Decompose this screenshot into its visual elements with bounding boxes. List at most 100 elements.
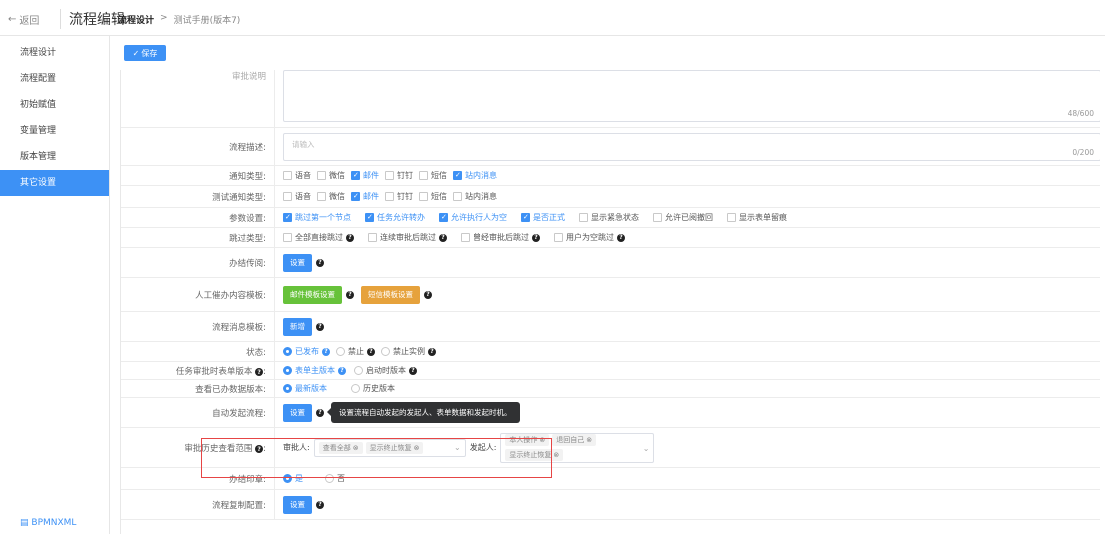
skip-previous-checkbox[interactable]: 曾经审批后跳过? (461, 232, 540, 243)
help-icon[interactable]: ? (316, 322, 324, 331)
email-template-button[interactable]: 邮件模板设置 (283, 285, 342, 304)
param-allow-empty-checkbox[interactable]: 允许执行人为空 (439, 212, 507, 223)
help-icon: ? (346, 233, 354, 242)
auto-start-settings-button[interactable]: 设置 (283, 403, 312, 422)
test-notify-type-options: 语音 微信 邮件 钉钉 短信 站内消息 (274, 186, 1100, 207)
status-published-radio[interactable]: 已发布? (283, 346, 330, 357)
form-main-version-radio[interactable]: 表单主版本? (283, 365, 346, 376)
row-skip-type: 跳过类型: 全部直接跳过? 连续审批后跳过? 曾经审批后跳过? 用户为空跳过? (121, 228, 1100, 248)
row-test-notify-type: 测试通知类型: 语音 微信 邮件 钉钉 短信 站内消息 (121, 186, 1100, 208)
add-template-button[interactable]: 新增 (283, 317, 312, 336)
description-textarea[interactable]: 请输入 0/200 (283, 132, 1100, 161)
close-icon: ⊗ (413, 443, 420, 452)
row-done-version: 查看已办数据版本: 最新版本 历史版本 (121, 380, 1100, 398)
top-field-cell: 48/600 (274, 70, 1100, 127)
param-skip-first-checkbox[interactable]: 跳过第一个节点 (283, 212, 351, 223)
close-icon: ⊗ (352, 443, 359, 452)
save-button[interactable]: ✓ 保存 (124, 45, 166, 61)
copy-config-settings-button[interactable]: 设置 (283, 495, 312, 514)
arrow-left-icon: ← (8, 14, 17, 25)
seal-options: 是 否 (274, 468, 1100, 489)
sidebar-item-initial-values[interactable]: 初始赋值 (0, 92, 109, 118)
help-icon[interactable]: ? (316, 258, 324, 267)
test-notify-inbox-checkbox[interactable]: 站内消息 (453, 191, 497, 202)
status-disabled-radio[interactable]: 禁止? (336, 346, 375, 357)
approver-select[interactable]: 查看全部 ⊗ 显示终止恢复 ⊗ ⌄ (313, 438, 466, 457)
param-allow-transfer-checkbox[interactable]: 任务允许转办 (365, 212, 425, 223)
test-notify-voice-checkbox[interactable]: 语音 (283, 191, 311, 202)
row-cc: 办结传阅: 设置 ? (121, 248, 1100, 278)
sidebar: 流程设计 流程配置 初始赋值 变量管理 版本管理 其它设置 ▤ BPMNXML (0, 36, 110, 534)
test-notify-dingtalk-checkbox[interactable]: 钉钉 (385, 191, 413, 202)
params-label: 参数设置: (229, 213, 266, 224)
help-icon: ? (617, 233, 625, 242)
seal-label: 办结印章: (229, 474, 266, 485)
msg-template-label: 流程消息模板: (212, 322, 266, 333)
check-icon: ✓ (132, 48, 140, 58)
sms-template-button[interactable]: 短信模板设置 (361, 285, 420, 304)
params-options: 跳过第一个节点 任务允许转办 允许执行人为空 是否正式 显示紧急状态 允许已阅撤… (274, 208, 1100, 227)
cc-settings-button[interactable]: 设置 (283, 253, 312, 272)
help-icon: ? (428, 347, 436, 356)
form-start-version-radio[interactable]: 启动时版本? (354, 365, 417, 376)
help-icon[interactable]: ? (316, 500, 324, 509)
close-icon: ⊗ (586, 436, 593, 444)
notify-email-checkbox[interactable]: 邮件 (351, 170, 379, 181)
tag-show-terminated: 显示终止恢复 ⊗ (505, 449, 564, 461)
skip-all-checkbox[interactable]: 全部直接跳过? (283, 232, 354, 243)
history-label: 审批历史查看范围 ?: (184, 443, 266, 454)
description-counter: 0/200 (1072, 147, 1094, 157)
notify-dingtalk-checkbox[interactable]: 钉钉 (385, 170, 413, 181)
sidebar-item-versions[interactable]: 版本管理 (0, 144, 109, 170)
notify-sms-checkbox[interactable]: 短信 (419, 170, 447, 181)
bpmn-xml-link[interactable]: ▤ BPMNXML (20, 518, 76, 528)
initiator-label: 发起人: (469, 443, 497, 452)
row-form-version: 任务审批时表单版本 ?: 表单主版本? 启动时版本? (121, 362, 1100, 380)
copy-config-label: 流程复制配置: (212, 500, 266, 511)
param-formal-checkbox[interactable]: 是否正式 (521, 212, 565, 223)
skip-empty-user-checkbox[interactable]: 用户为空跳过? (554, 232, 625, 243)
notify-inbox-checkbox[interactable]: 站内消息 (453, 170, 497, 181)
sidebar-item-variables[interactable]: 变量管理 (0, 118, 109, 144)
test-notify-email-checkbox[interactable]: 邮件 (351, 191, 379, 202)
status-disabled-instance-radio[interactable]: 禁止实例? (381, 346, 436, 357)
help-icon[interactable]: ? (316, 408, 324, 417)
help-icon: ? (439, 233, 447, 242)
sidebar-item-flow-config[interactable]: 流程配置 (0, 66, 109, 92)
breadcrumb: 流程设计 > 测试手册(版本7) (118, 13, 240, 26)
initiator-select[interactable]: 本人操作 ⊗ 退回自己 ⊗ 显示终止恢复 ⊗ ⌄ (500, 432, 655, 463)
auto-start-label: 自动发起流程: (212, 408, 266, 419)
bpmn-xml-label: BPMNXML (31, 518, 77, 528)
notify-voice-checkbox[interactable]: 语音 (283, 170, 311, 181)
sidebar-item-flow-design[interactable]: 流程设计 (0, 40, 109, 66)
auto-start-tooltip: 设置流程自动发起的发起人、表单数据和发起时机。 (327, 402, 520, 423)
history-version-radio[interactable]: 历史版本 (351, 383, 395, 394)
test-notify-wechat-checkbox[interactable]: 微信 (317, 191, 345, 202)
skip-continuous-checkbox[interactable]: 连续审批后跳过? (368, 232, 447, 243)
param-read-withdraw-checkbox[interactable]: 允许已阅撤回 (653, 212, 713, 223)
tag-return-self: 退回自己 ⊗ (552, 434, 597, 446)
breadcrumb-separator: > (160, 13, 168, 23)
seal-yes-radio[interactable]: 是 (283, 473, 303, 484)
breadcrumb-root[interactable]: 流程设计 (118, 13, 154, 26)
test-notify-sms-checkbox[interactable]: 短信 (419, 191, 447, 202)
latest-version-radio[interactable]: 最新版本 (283, 383, 327, 394)
seal-no-radio[interactable]: 否 (325, 473, 345, 484)
help-icon: ? (322, 347, 330, 356)
copy-config-cell: 设置 ? (274, 490, 1100, 519)
notify-type-label: 通知类型: (229, 171, 266, 182)
row-status: 状态: 已发布? 禁止? 禁止实例? (121, 342, 1100, 362)
help-icon[interactable]: ? (346, 290, 354, 299)
row-reminder: 人工催办内容模板: 邮件模板设置 ? 短信模板设置 ? (121, 278, 1100, 312)
param-urgent-checkbox[interactable]: 显示紧急状态 (579, 212, 639, 223)
reminder-cell: 邮件模板设置 ? 短信模板设置 ? (274, 278, 1100, 311)
param-form-trace-checkbox[interactable]: 显示表单留痕 (727, 212, 787, 223)
row-seal: 办结印章: 是 否 (121, 468, 1100, 490)
status-label: 状态: (246, 347, 266, 358)
help-icon[interactable]: ? (424, 290, 432, 299)
notify-wechat-checkbox[interactable]: 微信 (317, 170, 345, 181)
row-history: 审批历史查看范围 ?: 审批人: 查看全部 ⊗ 显示终止恢复 ⊗ ⌄ 发起人: 本人… (121, 428, 1100, 468)
sidebar-item-other-settings[interactable]: 其它设置 (0, 170, 109, 196)
back-button[interactable]: ← 返回 (8, 12, 39, 27)
top-textarea[interactable]: 48/600 (283, 70, 1100, 122)
